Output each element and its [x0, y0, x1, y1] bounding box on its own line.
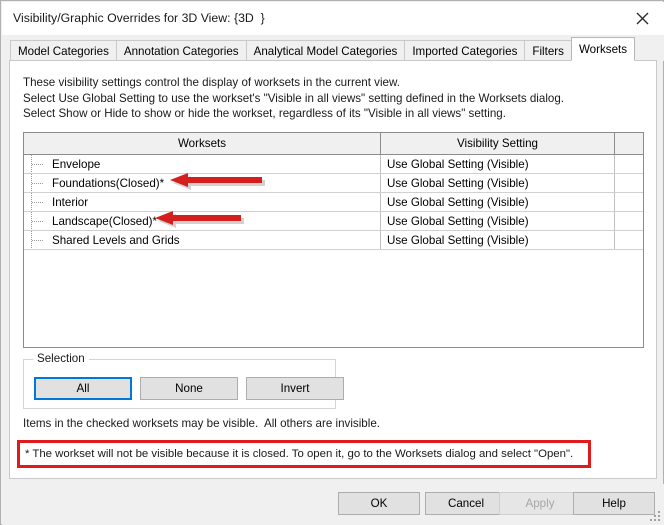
cell-workset-name[interactable]: Foundations(Closed)*: [24, 173, 381, 192]
worksets-panel: These visibility settings control the di…: [9, 60, 657, 479]
cell-spacer: [615, 212, 643, 230]
cell-visibility-setting[interactable]: Use Global Setting (Visible): [381, 193, 615, 211]
table-row[interactable]: Foundations(Closed)* Use Global Setting …: [24, 173, 643, 193]
table-row[interactable]: Interior Use Global Setting (Visible): [24, 193, 643, 212]
closed-workset-warning: * The workset will not be visible becaus…: [17, 440, 591, 468]
cell-workset-name[interactable]: Envelope: [24, 155, 381, 173]
selection-note: Items in the checked worksets may be vis…: [23, 417, 380, 430]
tree-line-icon: [24, 155, 52, 173]
selection-group-label: Selection: [33, 352, 89, 365]
tab-model-categories[interactable]: Model Categories: [10, 40, 117, 61]
worksets-table: Worksets Visibility Setting Envelope Use…: [23, 132, 644, 348]
tab-imported-categories[interactable]: Imported Categories: [404, 40, 526, 61]
tree-line-icon: [24, 193, 52, 211]
tab-worksets[interactable]: Worksets: [570, 37, 636, 61]
cell-visibility-setting[interactable]: Use Global Setting (Visible): [381, 212, 615, 230]
workset-label: Landscape(Closed)*: [52, 214, 158, 228]
tree-line-icon: [24, 174, 52, 192]
tab-filters[interactable]: Filters: [524, 40, 572, 61]
ok-button[interactable]: OK: [338, 492, 420, 515]
cell-workset-name[interactable]: Shared Levels and Grids: [24, 231, 381, 249]
select-none-button[interactable]: None: [140, 377, 238, 400]
help-button[interactable]: Help: [573, 492, 655, 515]
table-row[interactable]: Shared Levels and Grids Use Global Setti…: [24, 231, 643, 250]
page-title: Visibility/Graphic Overrides for 3D View…: [13, 11, 265, 25]
cell-workset-name[interactable]: Landscape(Closed)*: [24, 211, 381, 230]
selection-group: Selection All None Invert: [23, 352, 344, 409]
tab-strip: Model Categories Annotation Categories A…: [2, 35, 664, 61]
tab-analytical-model-categories[interactable]: Analytical Model Categories: [245, 40, 406, 61]
table-row[interactable]: Landscape(Closed)* Use Global Setting (V…: [24, 211, 643, 231]
table-row[interactable]: Envelope Use Global Setting (Visible): [24, 155, 643, 174]
apply-button: Apply: [499, 492, 581, 515]
select-all-button[interactable]: All: [34, 377, 132, 400]
tree-line-icon: [24, 231, 52, 249]
column-header-spacer: [615, 133, 643, 154]
cell-visibility-setting[interactable]: Use Global Setting (Visible): [381, 155, 615, 173]
workset-label: Interior: [52, 195, 89, 209]
cell-spacer: [615, 231, 643, 249]
select-invert-button[interactable]: Invert: [246, 377, 344, 400]
cell-visibility-setting[interactable]: Use Global Setting (Visible): [381, 174, 615, 192]
cell-workset-name[interactable]: Interior: [24, 193, 381, 211]
tab-annotation-categories[interactable]: Annotation Categories: [115, 40, 247, 61]
resize-grip-icon[interactable]: [650, 511, 661, 522]
description-text: These visibility settings control the di…: [23, 76, 565, 120]
cancel-button[interactable]: Cancel: [425, 492, 507, 515]
table-header-row: Worksets Visibility Setting: [24, 133, 643, 155]
cell-visibility-setting[interactable]: Use Global Setting (Visible): [381, 231, 615, 249]
cell-spacer: [615, 155, 643, 173]
cell-spacer: [615, 193, 643, 211]
close-icon[interactable]: [620, 2, 664, 35]
visibility-graphic-overrides-dialog: Visibility/Graphic Overrides for 3D View…: [0, 0, 664, 525]
title-bar: Visibility/Graphic Overrides for 3D View…: [2, 2, 664, 35]
dialog-footer: OK Cancel Apply Help: [2, 484, 664, 525]
column-header-worksets[interactable]: Worksets: [24, 133, 381, 154]
cell-spacer: [615, 174, 643, 192]
workset-label: Shared Levels and Grids: [52, 233, 180, 247]
column-header-visibility[interactable]: Visibility Setting: [381, 133, 615, 154]
tree-line-icon: [24, 212, 52, 230]
workset-label: Envelope: [52, 157, 101, 171]
closed-workset-warning-text: * The workset will not be visible becaus…: [25, 448, 574, 460]
workset-label: Foundations(Closed)*: [52, 176, 165, 190]
